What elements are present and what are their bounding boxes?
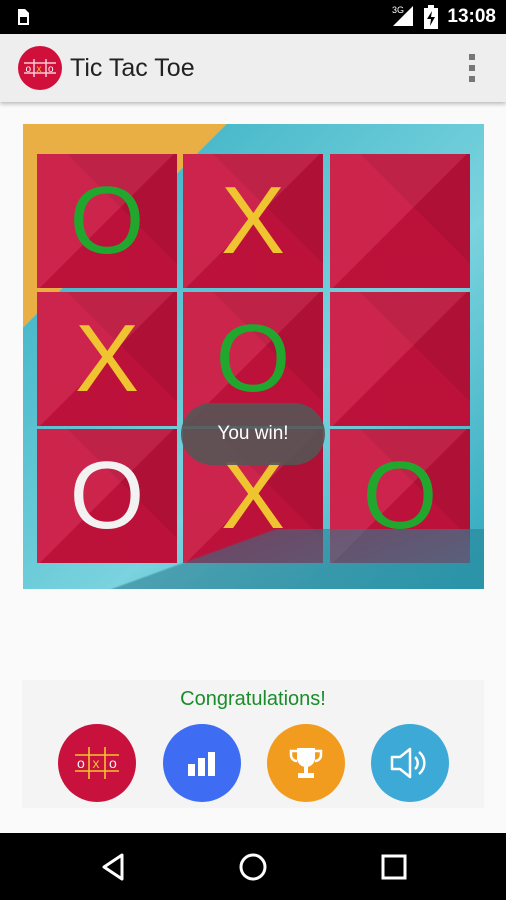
- cell-mark: X: [74, 305, 140, 412]
- cell-mark: O: [362, 442, 438, 549]
- cell-mark: O: [69, 167, 145, 274]
- sim-card-icon: [18, 9, 29, 25]
- board-cell-9[interactable]: O: [330, 429, 470, 563]
- board-cell-1[interactable]: O: [37, 154, 177, 288]
- board-cell-2[interactable]: X: [183, 154, 323, 288]
- board-cell-4[interactable]: X: [37, 292, 177, 426]
- cell-mark: O: [215, 305, 291, 412]
- svg-text:o: o: [26, 64, 32, 75]
- battery-charging-icon: [424, 5, 439, 29]
- overflow-menu-icon[interactable]: [468, 54, 476, 82]
- sound-toggle-button[interactable]: [371, 724, 449, 802]
- status-bar: 3G 13:08: [0, 0, 506, 34]
- oxo-new-game-icon: o x o: [75, 747, 119, 779]
- navigation-bar: [0, 833, 506, 900]
- cell-mark: X: [220, 167, 286, 274]
- cell-mark: O: [69, 442, 145, 549]
- new-game-button[interactable]: o x o: [58, 724, 136, 802]
- toast-message: You win!: [181, 403, 325, 465]
- board-cell-7[interactable]: O: [37, 429, 177, 563]
- board-cell-3[interactable]: [330, 154, 470, 288]
- svg-text:x: x: [37, 64, 42, 75]
- achievements-button[interactable]: [267, 724, 345, 802]
- game-board: O X X O O X O: [23, 124, 484, 589]
- stats-button[interactable]: [163, 724, 241, 802]
- stats-icon: [188, 752, 215, 776]
- app-title: Tic Tac Toe: [70, 54, 195, 82]
- svg-text:o: o: [109, 755, 117, 771]
- congratulations-text: Congratulations!: [180, 688, 326, 710]
- recents-icon[interactable]: [378, 851, 410, 883]
- svg-text:x: x: [93, 755, 100, 771]
- signal-icon: [393, 6, 414, 26]
- oxo-logo-icon: o x o: [18, 46, 62, 90]
- app-bar: o x o Tic Tac Toe: [0, 34, 506, 102]
- sound-icon: [390, 747, 426, 779]
- home-icon[interactable]: [237, 851, 269, 883]
- back-icon[interactable]: [98, 851, 130, 883]
- clock: 13:08: [447, 6, 496, 27]
- board-cell-6[interactable]: [330, 292, 470, 426]
- svg-text:o: o: [48, 64, 54, 75]
- trophy-icon: [289, 748, 323, 778]
- svg-text:o: o: [77, 755, 85, 771]
